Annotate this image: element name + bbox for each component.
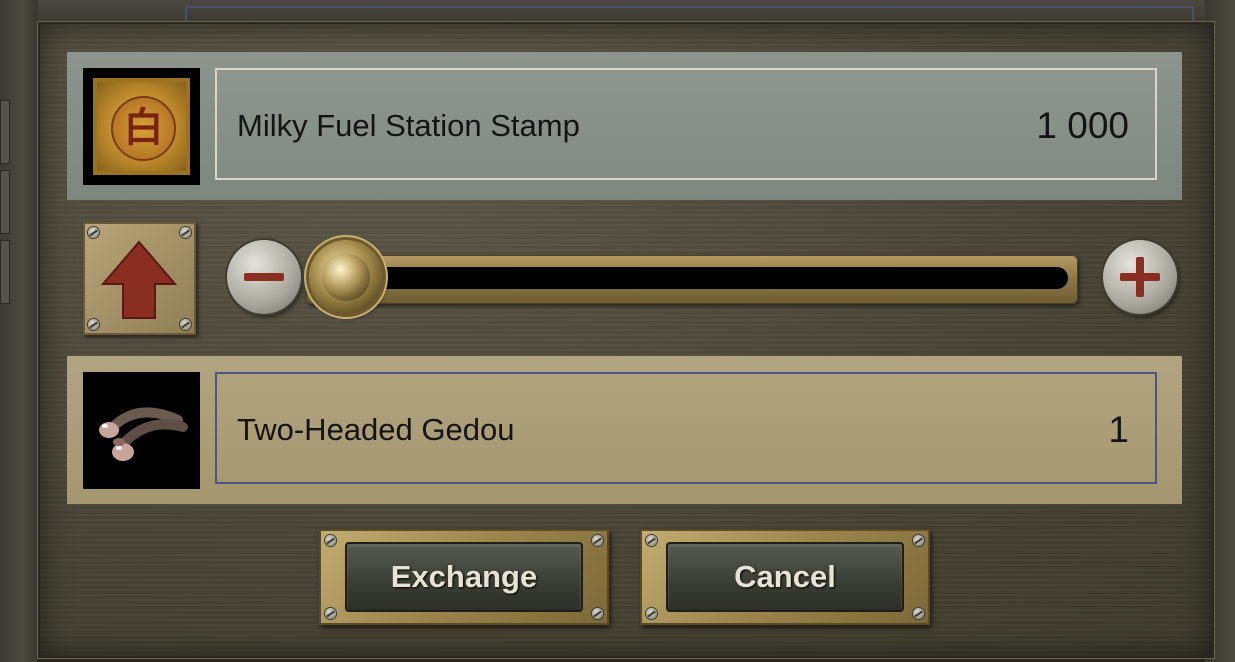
target-item-thumbnail: [83, 372, 200, 489]
exchange-button-plate: Exchange: [319, 529, 609, 625]
screw-icon: [325, 608, 336, 619]
background-slot: [0, 100, 10, 164]
increase-button[interactable]: [1103, 240, 1177, 314]
screw-icon: [646, 608, 657, 619]
cancel-button-plate: Cancel: [640, 529, 930, 625]
source-item-row: 白 Milky Fuel Station Stamp 1 000: [67, 52, 1182, 200]
target-item-namebox: Two-Headed Gedou 1: [215, 372, 1157, 484]
quantity-slider[interactable]: [306, 255, 1078, 304]
exchange-button[interactable]: Exchange: [345, 542, 583, 612]
cancel-button[interactable]: Cancel: [666, 542, 904, 612]
plus-icon-vertical: [1136, 257, 1144, 297]
slider-track[interactable]: [318, 267, 1068, 289]
background-left-panel: [0, 0, 38, 662]
background-slot: [0, 170, 10, 234]
stamp-glyph: 白: [111, 96, 176, 161]
screw-icon: [646, 535, 657, 546]
up-arrow-icon: [100, 240, 178, 319]
direction-plate: [83, 222, 196, 335]
target-item-quantity: 1: [1108, 409, 1129, 450]
screw-icon: [913, 535, 924, 546]
source-item-name: Milky Fuel Station Stamp: [237, 108, 580, 143]
screw-icon: [913, 608, 924, 619]
screw-icon: [592, 535, 603, 546]
target-item-name: Two-Headed Gedou: [237, 412, 515, 447]
exchange-dialog: 白 Milky Fuel Station Stamp 1 000 Two-Hea…: [38, 22, 1214, 658]
stamp-icon: 白: [89, 74, 194, 179]
source-item-thumbnail: 白: [83, 68, 200, 185]
gedou-icon: [99, 407, 188, 461]
source-item-quantity: 1 000: [1036, 105, 1129, 146]
target-item-row: Two-Headed Gedou 1: [67, 356, 1182, 504]
slider-handle[interactable]: [309, 240, 383, 314]
decrease-button[interactable]: [227, 240, 301, 314]
screw-icon: [592, 608, 603, 619]
minus-icon: [244, 273, 284, 281]
background-slot: [0, 240, 10, 304]
source-item-namebox: Milky Fuel Station Stamp 1 000: [215, 68, 1157, 180]
screw-icon: [325, 535, 336, 546]
